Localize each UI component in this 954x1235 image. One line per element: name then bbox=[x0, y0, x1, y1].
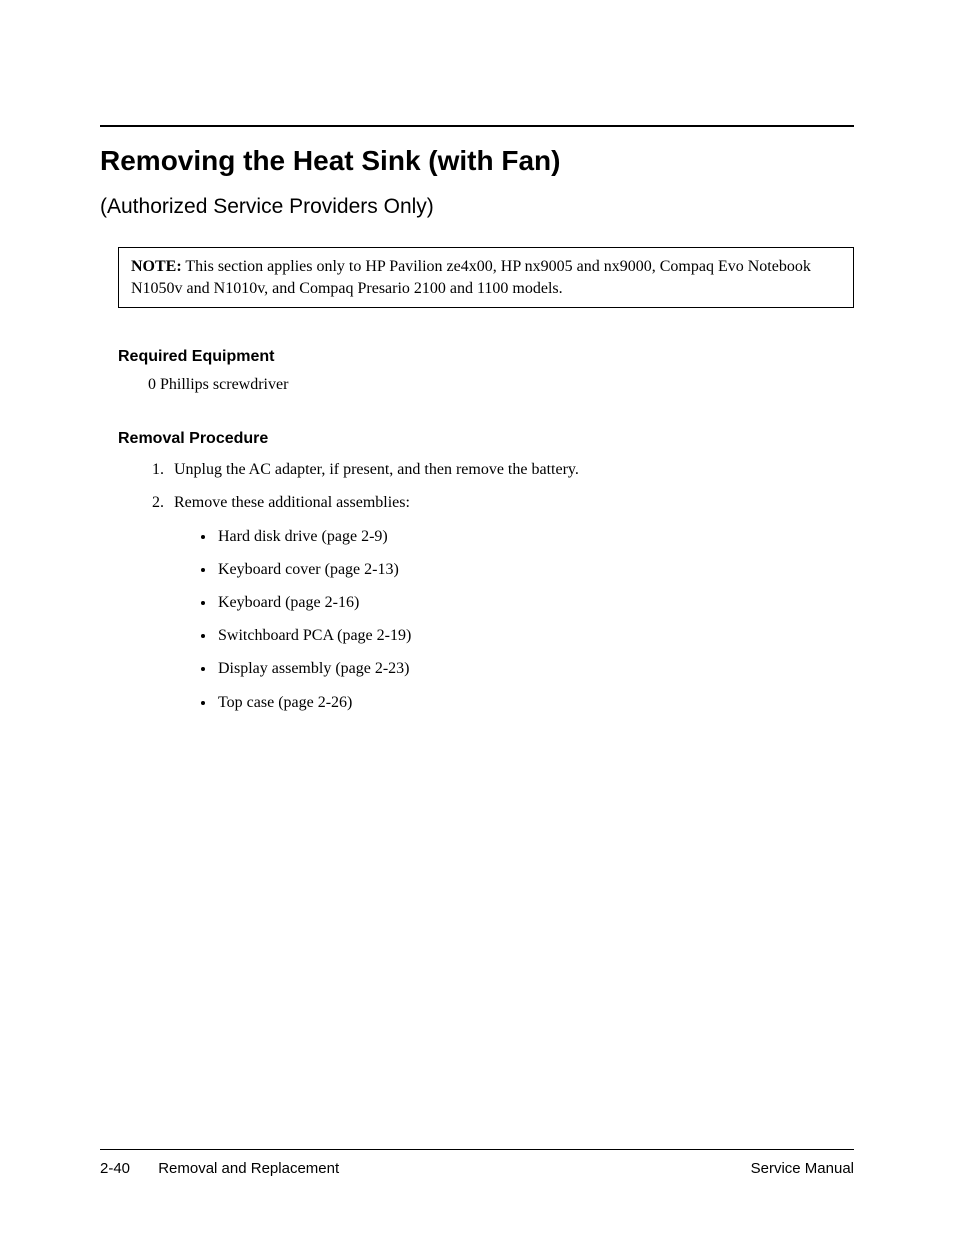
list-item: Hard disk drive (page 2-9) bbox=[216, 525, 854, 548]
rule-top bbox=[100, 125, 854, 127]
note-label: NOTE: bbox=[131, 258, 182, 275]
list-item: Keyboard cover (page 2-13) bbox=[216, 558, 854, 581]
page-subtitle: (Authorized Service Providers Only) bbox=[100, 195, 854, 219]
footer-left: 2-40 Removal and Replacement bbox=[100, 1160, 339, 1177]
required-equipment-heading: Required Equipment bbox=[118, 348, 854, 366]
note-box: NOTE: This section applies only to HP Pa… bbox=[118, 247, 854, 308]
page-title: Removing the Heat Sink (with Fan) bbox=[100, 145, 854, 177]
page: Removing the Heat Sink (with Fan) (Autho… bbox=[0, 0, 954, 1235]
rule-bottom bbox=[100, 1149, 854, 1150]
list-item: Display assembly (page 2-23) bbox=[216, 657, 854, 680]
assemblies-list: Hard disk drive (page 2-9) Keyboard cove… bbox=[216, 525, 854, 714]
procedure-list: Unplug the AC adapter, if present, and t… bbox=[168, 458, 854, 714]
procedure-step: Remove these additional assemblies: Hard… bbox=[168, 491, 854, 713]
footer-doc-title: Service Manual bbox=[751, 1160, 854, 1177]
list-item: Keyboard (page 2-16) bbox=[216, 591, 854, 614]
footer-page-number: 2-40 bbox=[100, 1160, 130, 1177]
procedure-step: Unplug the AC adapter, if present, and t… bbox=[168, 458, 854, 481]
required-equipment-item: 0 Phillips screwdriver bbox=[148, 376, 854, 394]
removal-procedure-heading: Removal Procedure bbox=[118, 430, 854, 448]
note-text: This section applies only to HP Pavilion… bbox=[131, 258, 811, 297]
list-item: Top case (page 2-26) bbox=[216, 691, 854, 714]
page-footer: 2-40 Removal and Replacement Service Man… bbox=[100, 1149, 854, 1177]
list-item: Switchboard PCA (page 2-19) bbox=[216, 624, 854, 647]
procedure-step-text: Remove these additional assemblies: bbox=[174, 494, 410, 511]
footer-row: 2-40 Removal and Replacement Service Man… bbox=[100, 1160, 854, 1177]
footer-section: Removal and Replacement bbox=[158, 1160, 339, 1177]
